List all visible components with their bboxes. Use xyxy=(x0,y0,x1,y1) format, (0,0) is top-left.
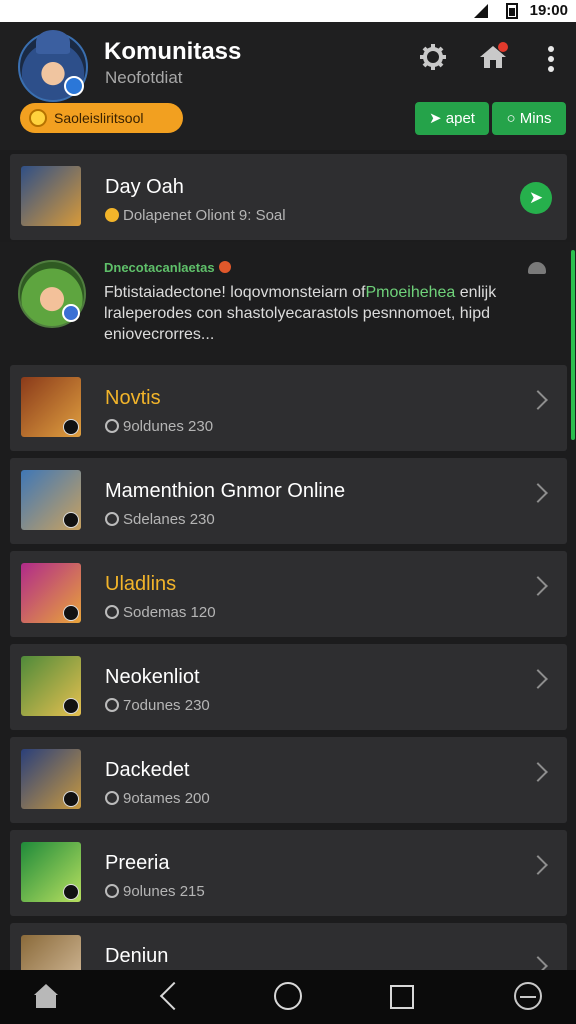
list-item-meta: 9otames 200 xyxy=(105,790,210,807)
status-bar: 19:00 xyxy=(0,0,576,22)
more-vertical-icon[interactable] xyxy=(546,44,556,74)
list-item-meta: 9olunes 215 xyxy=(105,883,205,900)
game-thumbnail xyxy=(21,842,81,902)
list-item-meta: Sdelanes 230 xyxy=(105,511,215,528)
coin-icon xyxy=(29,109,47,127)
accessibility-icon[interactable] xyxy=(514,982,542,1010)
list-item-title: Day Oah xyxy=(105,176,184,198)
coin-icon xyxy=(105,208,119,222)
message-sender: Dnecotacanlaetas xyxy=(104,260,231,275)
list-item-featured[interactable]: Day Oah Dolapenet Oliont 9: Soal ➤ xyxy=(10,154,567,240)
list-item[interactable]: Mamenthion Gnmor Online Sdelanes 230 xyxy=(10,458,567,544)
game-thumbnail xyxy=(21,656,81,716)
mins-button-label: Mins xyxy=(519,110,552,127)
clock-icon xyxy=(105,605,119,619)
chat-button-label: apet xyxy=(445,110,475,127)
chevron-right-icon xyxy=(528,576,548,596)
system-nav-bar xyxy=(0,970,576,1024)
community-avatar[interactable] xyxy=(18,30,88,102)
list-item-title: Mamenthion Gnmor Online xyxy=(105,480,346,502)
chevron-right-icon xyxy=(528,390,548,410)
message-text: Fbtistaiadectone! loqovmonsteiarn ofPmoe… xyxy=(104,284,497,343)
share-icon[interactable]: ➤ xyxy=(520,182,552,214)
chevron-right-icon xyxy=(528,762,548,782)
list-item[interactable]: Preeria 9olunes 215 xyxy=(10,830,567,916)
back-icon[interactable] xyxy=(158,982,188,1012)
list-item[interactable]: Uladlins Sodemas 120 xyxy=(10,551,567,637)
status-time: 19:00 xyxy=(529,2,568,19)
verified-badge-icon xyxy=(64,76,84,96)
home-nav-icon[interactable] xyxy=(32,982,62,1012)
list-item-title: Neokenliot xyxy=(105,666,200,688)
pin-icon[interactable] xyxy=(528,262,546,274)
list-item-title: Novtis xyxy=(105,387,161,409)
chevron-right-icon xyxy=(528,855,548,875)
game-thumbnail xyxy=(21,749,81,809)
game-thumbnail xyxy=(21,563,81,623)
list-item[interactable]: Novtis 9oldunes 230 xyxy=(10,365,567,451)
game-thumbnail xyxy=(21,935,81,970)
page-title: Komunitass xyxy=(104,38,242,65)
list-item-title: Deniun xyxy=(105,945,169,967)
game-thumbnail xyxy=(21,470,81,530)
list-item-meta: Dolapenet Oliont 9: Soal xyxy=(105,207,286,224)
settings-gear-icon[interactable] xyxy=(418,42,448,72)
list-item-title: Dackedet xyxy=(105,759,190,781)
circle-icon: ○ xyxy=(506,110,516,127)
fire-icon xyxy=(218,261,231,273)
scrollbar[interactable] xyxy=(571,250,575,440)
chevron-right-icon xyxy=(528,956,548,970)
home-icon[interactable] xyxy=(478,42,508,72)
points-badge[interactable]: Saoleisliritsool xyxy=(20,103,183,133)
mins-button[interactable]: ○ Mins xyxy=(492,102,566,135)
community-header: Komunitass Neofotdiat Saoleisliritsool ➤… xyxy=(0,22,576,150)
list-item-meta: 9oldunes 230 xyxy=(105,418,213,435)
list-item[interactable]: Neokenliot 7odunes 230 xyxy=(10,644,567,730)
clock-icon xyxy=(105,419,119,433)
signal-icon xyxy=(474,4,488,18)
chevron-right-icon xyxy=(528,669,548,689)
list-item-title: Uladlins xyxy=(105,573,177,595)
points-badge-label: Saoleisliritsool xyxy=(54,110,144,126)
chat-button[interactable]: ➤ apet xyxy=(415,102,489,135)
list-item-title: Preeria xyxy=(105,852,170,874)
clock-icon xyxy=(105,791,119,805)
chat-icon: ➤ xyxy=(429,110,442,127)
game-thumbnail xyxy=(21,166,81,226)
page-subtitle: Neofotdiat xyxy=(105,68,183,87)
notification-dot xyxy=(498,42,508,52)
recent-apps-icon[interactable] xyxy=(390,985,414,1009)
list-item[interactable]: Dackedet 9otames 200 xyxy=(10,737,567,823)
message-preview[interactable]: Dnecotacanlaetas Fbtistaiadectone! loqov… xyxy=(0,242,576,360)
list-item-meta: Sodemas 120 xyxy=(105,604,216,621)
list-item[interactable]: Deniun xyxy=(10,923,567,970)
chevron-right-icon xyxy=(528,483,548,503)
clock-icon xyxy=(105,698,119,712)
game-thumbnail xyxy=(21,377,81,437)
sender-avatar xyxy=(18,260,86,328)
clock-icon xyxy=(105,884,119,898)
status-badge xyxy=(62,304,80,322)
list-item-meta: 7odunes 230 xyxy=(105,697,210,714)
battery-icon xyxy=(506,3,518,19)
home-circle-icon[interactable] xyxy=(274,982,302,1010)
community-list[interactable]: Day Oah Dolapenet Oliont 9: Soal ➤ Dneco… xyxy=(0,150,576,970)
clock-icon xyxy=(105,512,119,526)
